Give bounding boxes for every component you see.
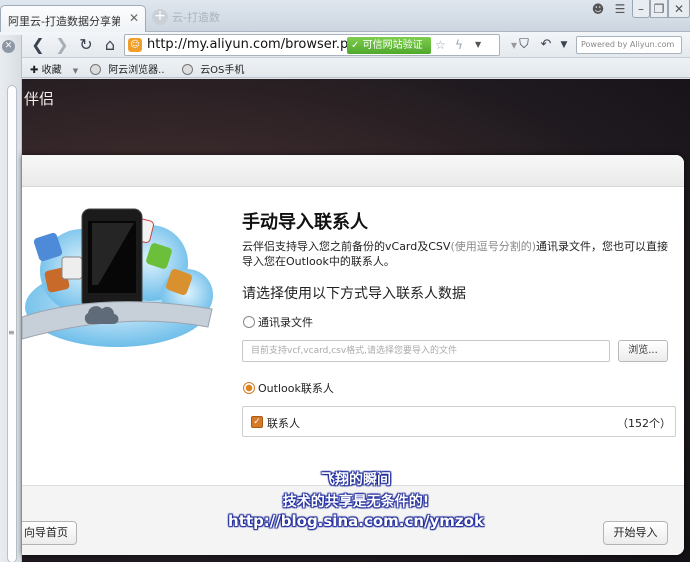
bookmarks-bar: ✚ 收藏 ▼ 阿云浏览器.. 云OS手机 xyxy=(0,58,690,78)
maximize-icon[interactable]: ❐ xyxy=(650,0,668,18)
address-bar[interactable]: ☺ http://my.aliyun.com/browser.php ✓ 可信网… xyxy=(124,34,500,56)
lightning-icon[interactable]: ϟ xyxy=(455,38,463,52)
page-content: 伴侣 手动导入联系人 云伴侣支持导入您之前备份的vCard及CSV(使用逗号分割… xyxy=(22,79,690,562)
tab-close-icon[interactable]: ✕ xyxy=(129,11,139,25)
trust-verification-badge[interactable]: ✓ 可信网站验证 xyxy=(347,37,431,54)
shield-icon[interactable]: ⛉ xyxy=(514,35,534,55)
globe-icon xyxy=(90,64,101,75)
contacts-count: （152个） xyxy=(617,417,671,430)
window-close-icon[interactable]: ✕ xyxy=(668,0,690,18)
choose-method-label: 请选择使用以下方式导入联系人数据 xyxy=(242,286,466,302)
desc-note: (使用逗号分割的) xyxy=(450,240,537,253)
bookmark-favorites[interactable]: ✚ 收藏 ▼ xyxy=(30,61,78,76)
tab-bar: 阿里云-打造数据分享第一... ✕ + 云-打造数 ☻ ☰ – ❐ ✕ xyxy=(0,0,690,33)
outlook-contacts-radio[interactable] xyxy=(243,382,255,394)
browse-button[interactable]: 浏览... xyxy=(618,340,668,362)
sidebar-close-icon[interactable]: ✕ xyxy=(2,40,15,53)
forward-arrow-icon[interactable]: ❯ xyxy=(52,35,72,55)
new-tab-icon[interactable]: + xyxy=(152,9,168,25)
cloud-phone-illustration xyxy=(22,208,213,347)
watermark-line: 技术的共享是无条件的! xyxy=(282,494,430,510)
file-path-input[interactable]: 目前支持vcf,vcard,csv格式,请选择您要导入的文件 xyxy=(242,340,610,362)
background-tab-title[interactable]: 云-打造数 xyxy=(172,9,220,25)
sidebar-strip: ✕ ≡ xyxy=(0,35,22,562)
contacts-folder-row[interactable]: ✓ 联系人 （152个） xyxy=(242,406,676,437)
tab-title: 阿里云-打造数据分享第一... xyxy=(8,15,120,28)
check-icon: ✓ xyxy=(351,40,360,51)
desc-text: 云伴侣支持导入您之前备份的vCard及CSV xyxy=(242,240,451,253)
home-icon[interactable]: ⌂ xyxy=(100,35,120,55)
address-book-file-radio[interactable] xyxy=(243,316,255,328)
dialog-header xyxy=(22,155,684,187)
scrollbar[interactable]: ≡ xyxy=(7,85,17,562)
bookmark-item[interactable]: 云OS手机 xyxy=(182,61,244,76)
globe-icon xyxy=(182,64,193,75)
site-favicon-icon: ☺ xyxy=(128,38,142,52)
scroll-grip-icon[interactable]: ≡ xyxy=(8,328,15,337)
dropdown-arrow-icon[interactable]: ▼ xyxy=(475,40,481,49)
smartphone-icon xyxy=(81,208,143,310)
watermark-url: http://blog.sina.com.cn/ymzok xyxy=(228,512,484,530)
address-book-file-label[interactable]: 通讯录文件 xyxy=(258,314,313,330)
contacts-label: 联系人 xyxy=(267,417,300,430)
url-text[interactable]: http://my.aliyun.com/browser.php xyxy=(147,37,365,52)
undo-dropdown-icon[interactable]: ▼ xyxy=(554,35,574,55)
dialog-description: 云伴侣支持导入您之前备份的vCard及CSV(使用逗号分割的)通讯录文件，您也可… xyxy=(242,239,678,269)
watermark-line: 飞翔的瞬间 xyxy=(321,472,391,488)
bookmark-label: 云OS手机 xyxy=(200,65,245,76)
bookmark-label: 阿云浏览器.. xyxy=(108,65,165,76)
trust-badge-label: 可信网站验证 xyxy=(362,40,423,51)
back-arrow-icon[interactable]: ❮ xyxy=(28,35,48,55)
bookmark-label: 收藏 xyxy=(41,65,62,76)
contacts-checkbox[interactable]: ✓ xyxy=(251,416,263,428)
chevron-down-icon: ▼ xyxy=(72,67,79,75)
navigation-bar: ❮ ❯ ↻ ⌂ ☺ http://my.aliyun.com/browser.p… xyxy=(0,32,690,58)
undo-icon[interactable]: ↶ xyxy=(536,35,556,55)
bookmark-item[interactable]: 阿云浏览器.. xyxy=(90,61,165,76)
minimize-icon[interactable]: – xyxy=(632,0,650,18)
contact-card-icon xyxy=(61,256,83,280)
plus-icon: ✚ xyxy=(30,65,39,76)
skin-icon[interactable]: ☻ xyxy=(588,0,608,18)
browser-tab[interactable]: 阿里云-打造数据分享第一... ✕ xyxy=(0,5,146,33)
page-banner-title: 伴侣 xyxy=(24,90,55,108)
outlook-contacts-label[interactable]: Outlook联系人 xyxy=(258,380,334,396)
dialog-heading: 手动导入联系人 xyxy=(242,212,368,233)
menu-icon[interactable]: ☰ xyxy=(610,0,630,18)
favorite-star-icon[interactable]: ☆ xyxy=(435,38,446,52)
refresh-icon[interactable]: ↻ xyxy=(76,35,96,55)
search-input[interactable]: Powered by Aliyun.com xyxy=(576,36,682,54)
